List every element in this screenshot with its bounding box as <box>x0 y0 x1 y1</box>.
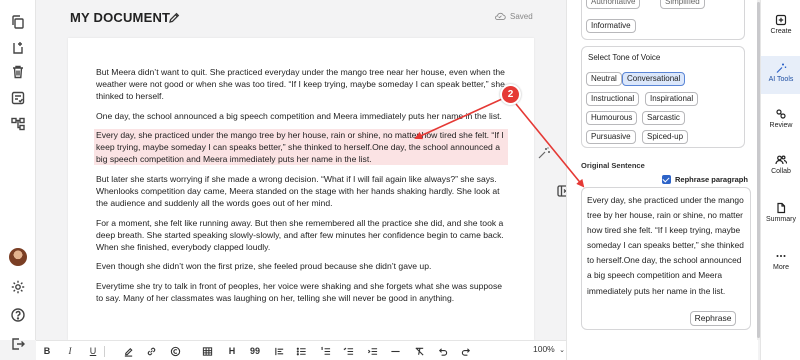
rail-ai-tools[interactable]: AI Tools <box>761 56 800 94</box>
tone-of-voice-card: Select Tone of Voice Neutral Conversatio… <box>581 46 745 148</box>
trash-icon[interactable] <box>10 64 26 80</box>
chip-inspirational[interactable]: Inspirational <box>645 92 699 106</box>
document-paragraph[interactable]: One day, the school announced a big spee… <box>96 110 508 122</box>
chip-neutral[interactable]: Neutral <box>586 72 622 86</box>
chip-pursuasive[interactable]: Pursuasive <box>586 130 636 144</box>
align-left-icon[interactable] <box>273 345 285 357</box>
formatting-toolbar: B I U H 99 <box>36 340 566 360</box>
structure-icon[interactable] <box>10 116 26 132</box>
table-icon[interactable] <box>201 345 213 357</box>
heading-button[interactable]: H <box>226 345 238 357</box>
highlight-pen-icon[interactable] <box>122 345 134 357</box>
rail-review-label: Review <box>769 122 793 129</box>
redo-icon[interactable] <box>460 345 472 357</box>
document-paragraph[interactable]: Everytime she try to talk in front of pe… <box>96 280 508 304</box>
document-icon <box>777 202 786 214</box>
document-body[interactable]: But Meera didn’t want to quit. She pract… <box>94 66 508 311</box>
chip-conversational[interactable]: Conversational <box>622 72 686 86</box>
copy-icon[interactable] <box>10 14 26 30</box>
rail-review[interactable]: Review <box>761 108 800 138</box>
cloud-check-icon <box>495 12 506 20</box>
avatar[interactable] <box>9 248 27 266</box>
document-paragraph[interactable]: Even though she didn’t won the first pri… <box>96 260 508 272</box>
rail-collab[interactable]: Collab <box>761 154 800 184</box>
clear-format-icon[interactable] <box>413 345 425 357</box>
add-page-icon[interactable] <box>10 40 26 56</box>
chevron-down-icon: ⌄ <box>559 347 565 354</box>
rail-summary[interactable]: Summary <box>761 202 800 232</box>
undo-icon[interactable] <box>436 345 448 357</box>
settings-gear-icon[interactable] <box>10 279 26 295</box>
link-icon[interactable] <box>145 345 157 357</box>
zoom-dropdown[interactable]: 100% ⌄ <box>533 344 565 354</box>
tone-card-title: Select Tone of Voice <box>588 53 661 62</box>
saved-label: Saved <box>510 11 533 21</box>
rail-summary-label: Summary <box>766 216 796 223</box>
ai-tools-panel: Authoritative Simplified Informative Sel… <box>566 0 758 360</box>
review-icon <box>776 109 786 119</box>
logout-icon[interactable] <box>10 336 26 352</box>
left-rail <box>0 0 36 350</box>
chip-informative[interactable]: Informative <box>586 19 636 33</box>
plus-square-icon <box>775 14 787 26</box>
help-icon[interactable] <box>10 307 26 323</box>
chip-humourous[interactable]: Humourous <box>586 111 638 125</box>
chip-authoritative[interactable]: Authoritative <box>586 0 641 9</box>
zoom-value: 100% <box>533 344 555 354</box>
chip-simplified[interactable]: Simplified <box>660 0 705 9</box>
document-paragraph[interactable]: But Meera didn’t want to quit. She pract… <box>96 66 508 102</box>
rail-ai-tools-label: AI Tools <box>768 76 794 83</box>
more-dots-icon <box>776 255 786 257</box>
rephrase-paragraph-toggle[interactable]: Rephrase paragraph <box>662 175 748 184</box>
chip-sarcastic[interactable]: Sarcastic <box>642 111 685 125</box>
underline-button[interactable]: U <box>87 345 99 357</box>
edit-pencil-icon[interactable] <box>168 11 180 23</box>
rephrase-paragraph-checkbox[interactable] <box>662 175 671 184</box>
document-title[interactable]: MY DOCUMENT <box>70 10 170 25</box>
right-rail: Create AI Tools Review Collab Summary Mo… <box>760 0 800 360</box>
document-paragraph[interactable]: But later she starts worrying if she mad… <box>96 173 508 209</box>
rail-more[interactable]: More <box>761 250 800 280</box>
document-paragraph[interactable]: For a moment, she felt like running away… <box>96 217 508 253</box>
magic-wand-icon <box>776 63 787 73</box>
checklist-icon[interactable] <box>342 345 354 357</box>
rephrase-paragraph-label: Rephrase paragraph <box>675 175 748 184</box>
chip-instructional[interactable]: Instructional <box>586 92 640 106</box>
rephrase-button[interactable]: Rephrase <box>690 311 736 326</box>
spellcheck-icon[interactable] <box>10 90 26 106</box>
rail-more-label: More <box>773 264 789 271</box>
bullet-list-icon[interactable] <box>295 345 307 357</box>
quote-button[interactable]: 99 <box>248 345 262 357</box>
save-status: Saved <box>494 11 533 21</box>
rail-create[interactable]: Create <box>761 14 800 44</box>
numbered-list-icon[interactable] <box>319 345 331 357</box>
indent-icon[interactable] <box>366 345 378 357</box>
style-card: Authoritative Simplified Informative <box>581 0 745 40</box>
chip-spiced-up[interactable]: Spiced-up <box>642 130 689 144</box>
rail-collab-label: Collab <box>771 168 791 175</box>
rail-create-label: Create <box>770 28 792 35</box>
toolbar-divider <box>103 345 106 357</box>
annotation-badge: 2 <box>500 84 521 105</box>
original-sentence-box: Every day, she practiced under the mango… <box>581 187 751 330</box>
original-sentence-title: Original Sentence <box>581 161 645 170</box>
comment-icon[interactable] <box>169 345 181 357</box>
bold-button[interactable]: B <box>41 345 53 357</box>
users-icon <box>775 155 787 165</box>
italic-button[interactable]: I <box>64 345 76 357</box>
horizontal-rule-icon[interactable] <box>389 345 401 357</box>
highlighted-paragraph[interactable]: Every day, she practiced under the mango… <box>94 129 508 166</box>
ai-magic-wand-icon[interactable] <box>537 146 551 160</box>
